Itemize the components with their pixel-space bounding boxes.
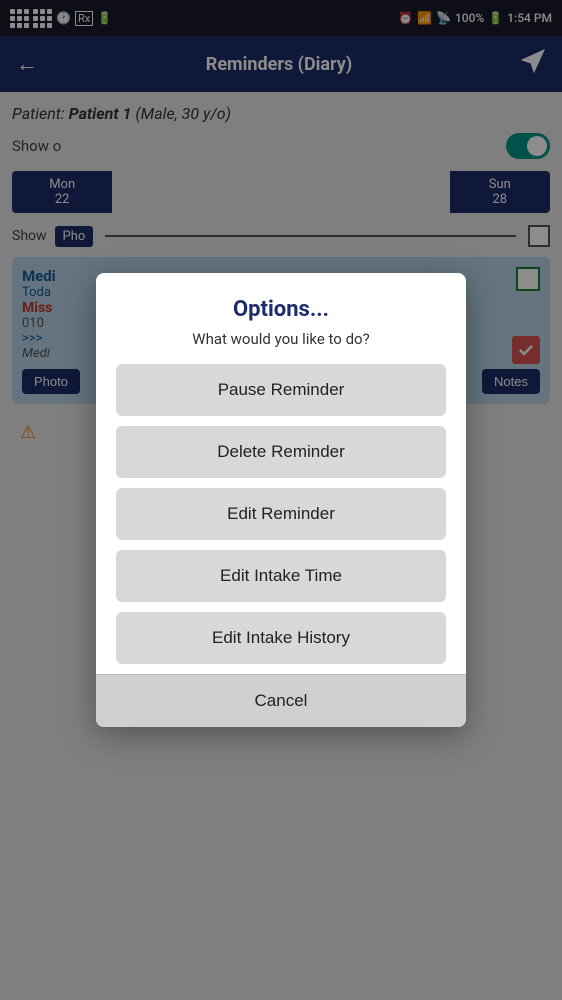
edit-intake-time-button[interactable]: Edit Intake Time xyxy=(116,550,446,602)
modal-overlay: Options... What would you like to do? Pa… xyxy=(0,0,562,1000)
dialog-subtitle: What would you like to do? xyxy=(116,330,446,348)
options-dialog: Options... What would you like to do? Pa… xyxy=(96,273,466,727)
delete-reminder-button[interactable]: Delete Reminder xyxy=(116,426,446,478)
pause-reminder-button[interactable]: Pause Reminder xyxy=(116,364,446,416)
edit-intake-history-button[interactable]: Edit Intake History xyxy=(116,612,446,664)
dialog-title: Options... xyxy=(116,297,446,322)
edit-reminder-button[interactable]: Edit Reminder xyxy=(116,488,446,540)
dialog-footer: Cancel xyxy=(96,674,466,727)
cancel-button[interactable]: Cancel xyxy=(96,674,466,727)
